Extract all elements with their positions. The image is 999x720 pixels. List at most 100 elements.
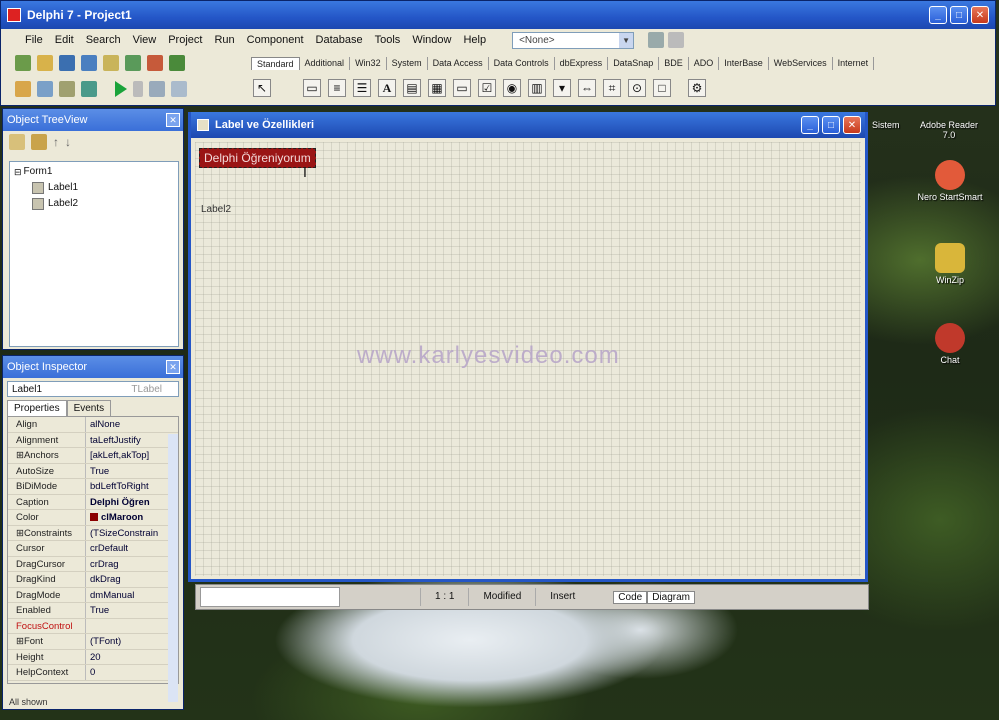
label-component-icon[interactable]: A <box>378 79 396 97</box>
tab-properties[interactable]: Properties <box>7 400 67 416</box>
palette-tab-system[interactable]: System <box>387 57 428 70</box>
property-row[interactable]: Cursor crDefault <box>8 541 178 557</box>
palette-tab-standard[interactable]: Standard <box>251 57 300 70</box>
arrow-down-icon[interactable]: ↓ <box>65 135 71 149</box>
minimize-button[interactable]: _ <box>801 116 819 134</box>
label2[interactable]: Label2 <box>201 204 231 215</box>
combobox-component-icon[interactable]: ▾ <box>553 79 571 97</box>
menu-window[interactable]: Window <box>406 34 457 46</box>
add-file-icon[interactable] <box>125 55 141 71</box>
new-icon[interactable] <box>15 55 31 71</box>
remove-file-icon[interactable] <box>147 55 163 71</box>
mainmenu-icon[interactable]: ≡ <box>328 79 346 97</box>
view-form-icon[interactable] <box>37 81 53 97</box>
maximize-button[interactable]: □ <box>822 116 840 134</box>
expand-icon[interactable]: ⊟ <box>14 164 22 180</box>
step-over-icon[interactable] <box>171 81 187 97</box>
object-selector-combo[interactable]: Label1 TLabel <box>7 381 179 397</box>
pointer-arrow-icon[interactable]: ↖ <box>253 79 271 97</box>
property-row[interactable]: HelpContext 0 <box>8 665 178 681</box>
actionlist-component-icon[interactable]: ⚙ <box>688 79 706 97</box>
view-unit-icon[interactable] <box>15 81 31 97</box>
frames-icon[interactable]: ▭ <box>303 79 321 97</box>
radiogroup-component-icon[interactable]: ⊙ <box>628 79 646 97</box>
palette-tab-dbexpress[interactable]: dbExpress <box>555 57 609 70</box>
property-row[interactable]: DragMode dmManual <box>8 587 178 603</box>
desktop-layout-combo[interactable]: <None> ▼ <box>512 31 635 49</box>
palette-tab-ado[interactable]: ADO <box>689 57 720 70</box>
form-title-bar[interactable]: Label ve Özellikleri _ □ ✕ <box>191 112 865 138</box>
menu-project[interactable]: Project <box>162 34 208 46</box>
palette-tab-interbase[interactable]: InterBase <box>719 57 769 70</box>
property-row[interactable]: Height 20 <box>8 649 178 665</box>
property-row[interactable]: ⊞Constraints (TSizeConstrain <box>8 525 178 541</box>
memo-component-icon[interactable]: ▦ <box>428 79 446 97</box>
property-row[interactable]: FocusControl <box>8 618 178 634</box>
menu-run[interactable]: Run <box>208 34 240 46</box>
inspector-scrollbar[interactable] <box>168 434 178 702</box>
palette-tab-win32[interactable]: Win32 <box>350 57 387 70</box>
palette-tab-additional[interactable]: Additional <box>300 57 351 70</box>
maximize-button[interactable]: □ <box>950 6 968 24</box>
property-row[interactable]: Align alNone <box>8 417 178 433</box>
property-row[interactable]: BiDiMode bdLeftToRight <box>8 479 178 495</box>
checkbox-component-icon[interactable]: ☑ <box>478 79 496 97</box>
save-all-icon[interactable] <box>81 55 97 71</box>
close-icon[interactable]: ✕ <box>166 113 180 127</box>
tree-node-form1[interactable]: ⊟ Form1 <box>14 164 174 180</box>
menu-help[interactable]: Help <box>457 34 492 46</box>
menu-component[interactable]: Component <box>241 34 310 46</box>
run-icon[interactable] <box>115 81 127 97</box>
minimize-button[interactable]: _ <box>929 6 947 24</box>
menu-view[interactable]: View <box>127 34 163 46</box>
object-inspector-title-bar[interactable]: Object Inspector ✕ <box>3 356 183 378</box>
panel-component-icon[interactable]: □ <box>653 79 671 97</box>
tab-code[interactable]: Code <box>613 590 648 604</box>
open-project-icon[interactable] <box>103 55 119 71</box>
property-row[interactable]: Alignment taLeftJustify <box>8 432 178 448</box>
desktop-icon-nero[interactable]: Nero StartSmart <box>910 160 990 203</box>
new-form-icon[interactable] <box>81 81 97 97</box>
button-component-icon[interactable]: ▭ <box>453 79 471 97</box>
label1-selected[interactable]: Delphi Öğreniyorum <box>199 148 316 168</box>
menu-file[interactable]: File <box>19 34 49 46</box>
tab-diagram[interactable]: Diagram <box>647 590 695 604</box>
property-row[interactable]: ⊞Anchors [akLeft,akTop] <box>8 448 178 464</box>
property-row[interactable]: AutoSize True <box>8 463 178 479</box>
ide-title-bar[interactable]: Delphi 7 - Project1 _ □ ✕ <box>1 1 995 29</box>
menu-tools[interactable]: Tools <box>369 34 407 46</box>
groupbox-component-icon[interactable]: ⌗ <box>603 79 621 97</box>
tree-node-label2[interactable]: Label2 <box>14 196 174 212</box>
debug-desktop-icon[interactable] <box>668 32 685 48</box>
radiobutton-component-icon[interactable]: ◉ <box>503 79 521 97</box>
close-button[interactable]: ✕ <box>843 116 861 134</box>
palette-tab-data-access[interactable]: Data Access <box>428 57 489 70</box>
property-row-color[interactable]: Color clMaroon <box>8 510 178 526</box>
close-icon[interactable]: ✕ <box>166 360 180 374</box>
palette-tab-internet[interactable]: Internet <box>833 57 875 70</box>
listbox-component-icon[interactable]: ▥ <box>528 79 546 97</box>
property-row-caption[interactable]: Caption Delphi Öğren <box>8 494 178 510</box>
menu-database[interactable]: Database <box>310 34 369 46</box>
delete-item-icon[interactable] <box>31 134 47 150</box>
palette-tab-data-controls[interactable]: Data Controls <box>489 57 555 70</box>
help-icon[interactable] <box>169 55 185 71</box>
palette-tab-datasnap[interactable]: DataSnap <box>608 57 660 70</box>
desktop-icon-chat[interactable]: Chat <box>910 323 990 366</box>
save-icon[interactable] <box>59 55 75 71</box>
object-treeview-title-bar[interactable]: Object TreeView ✕ <box>3 109 183 131</box>
property-row[interactable]: DragCursor crDrag <box>8 556 178 572</box>
scrollbar-component-icon[interactable]: ⇔ <box>578 79 596 97</box>
menu-search[interactable]: Search <box>80 34 127 46</box>
save-desktop-icon[interactable] <box>648 32 665 48</box>
new-item-icon[interactable] <box>9 134 25 150</box>
tree-node-label1[interactable]: Label1 <box>14 180 174 196</box>
open-icon[interactable] <box>37 55 53 71</box>
popupmenu-icon[interactable]: ☰ <box>353 79 371 97</box>
form-design-surface[interactable]: Delphi Öğreniyorum I Label2 www.karlyesv… <box>195 142 861 576</box>
pause-icon[interactable] <box>133 81 143 97</box>
tab-events[interactable]: Events <box>66 400 112 416</box>
toggle-form-unit-icon[interactable] <box>59 81 75 97</box>
property-row[interactable]: Enabled True <box>8 603 178 619</box>
close-button[interactable]: ✕ <box>971 6 989 24</box>
